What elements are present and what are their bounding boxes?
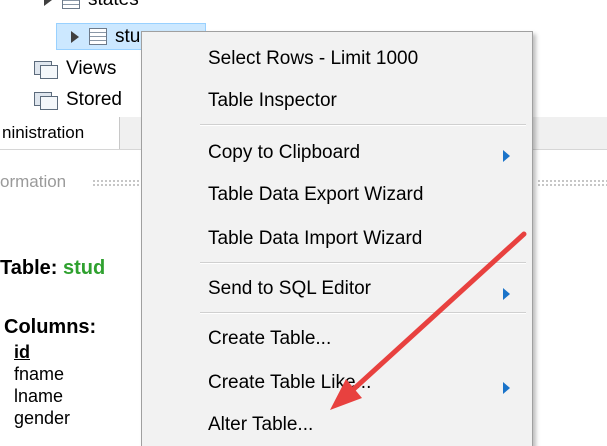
expander-arrow-icon[interactable] <box>71 30 79 43</box>
menu-separator <box>200 124 526 126</box>
tab-administration[interactable]: ninistration <box>0 117 120 149</box>
columns-heading: Columns: <box>4 316 97 338</box>
menu-item-table-data-export-wizard[interactable]: Table Data Export Wizard <box>208 184 423 206</box>
expander-arrow-icon[interactable] <box>44 0 52 6</box>
column-item: lname <box>14 386 64 406</box>
tab-label: ninistration <box>2 123 85 142</box>
submenu-arrow-icon <box>503 382 510 394</box>
column-item-primary-key: id <box>14 342 30 362</box>
header-grip-dots <box>537 179 607 187</box>
tree-item-label: Stored <box>66 89 122 110</box>
submenu-arrow-icon <box>503 288 510 300</box>
menu-item-copy-to-clipboard[interactable]: Copy to Clipboard <box>208 142 360 164</box>
menu-item-table-inspector[interactable]: Table Inspector <box>208 90 337 112</box>
column-item: fname <box>14 364 65 384</box>
information-title: ormation <box>0 172 67 191</box>
tree-item-label: states <box>88 0 139 11</box>
menu-item-table-data-import-wizard[interactable]: Table Data Import Wizard <box>208 228 422 250</box>
table-heading: Table: stud <box>0 257 105 280</box>
header-grip-dots <box>92 179 142 187</box>
menu-item-select-rows[interactable]: Select Rows - Limit 1000 <box>208 48 418 70</box>
menu-separator <box>200 262 526 264</box>
submenu-arrow-icon <box>503 150 510 162</box>
workbench-canvas: states stu Views Stored ninistration orm… <box>0 0 607 446</box>
menu-item-send-to-sql-editor[interactable]: Send to SQL Editor <box>208 278 371 300</box>
menu-item-create-table[interactable]: Create Table... <box>208 328 331 350</box>
menu-item-create-table-like[interactable]: Create Table Like... <box>208 372 371 394</box>
table-icon <box>62 0 80 9</box>
tree-item-views[interactable]: Views <box>34 57 116 81</box>
tree-item-stored-procedures[interactable]: Stored <box>34 88 122 112</box>
tree-item-label: stu <box>115 25 141 47</box>
views-folder-icon <box>34 59 58 79</box>
context-menu: Select Rows - Limit 1000 Table Inspector… <box>141 31 533 446</box>
menu-item-alter-table[interactable]: Alter Table... <box>208 414 313 436</box>
stored-procedures-folder-icon <box>34 90 58 110</box>
table-heading-prefix: Table: <box>0 257 63 279</box>
column-item: gender <box>14 408 71 428</box>
table-icon <box>89 28 107 45</box>
tree-item-states[interactable]: states <box>44 0 184 12</box>
table-name: stud <box>62 257 106 279</box>
tree-item-label: Views <box>66 58 117 79</box>
menu-separator <box>200 312 526 314</box>
